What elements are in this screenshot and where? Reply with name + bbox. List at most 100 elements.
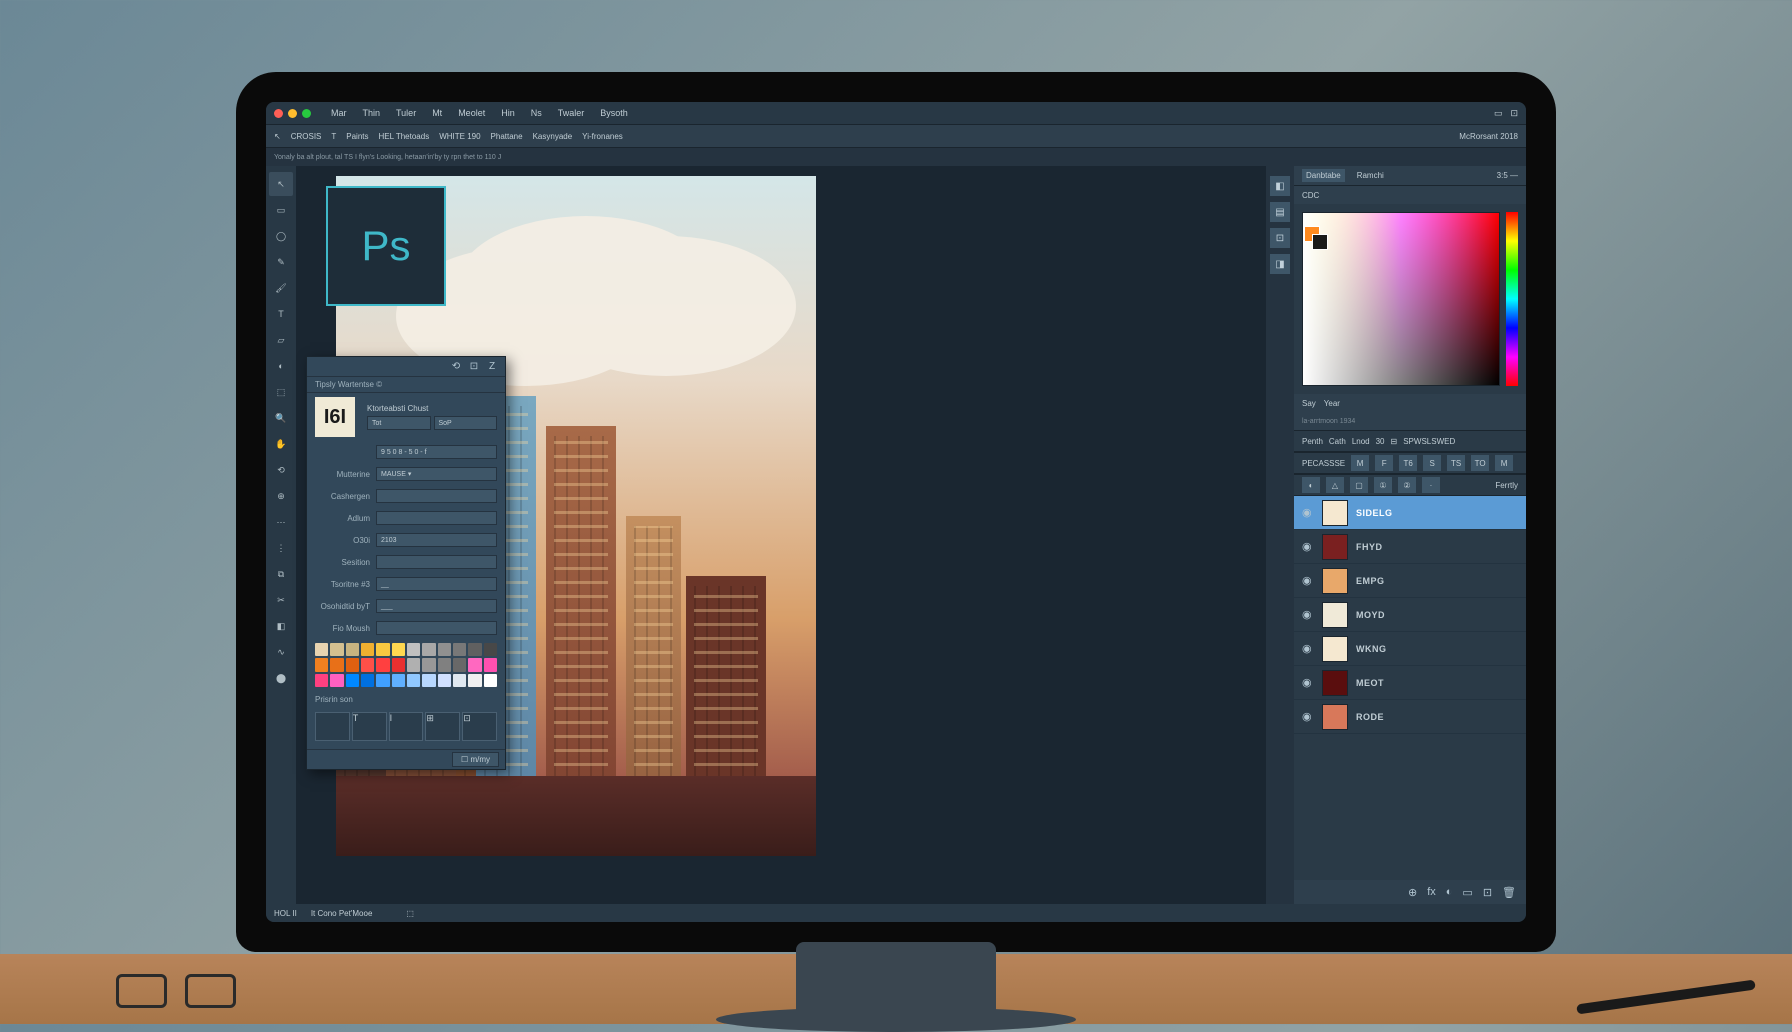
c2-t6[interactable]: T6 [1399,455,1417,471]
swatch-29[interactable] [392,674,405,687]
layer-visibility-icon[interactable]: ◉ [1302,608,1314,621]
preset-1[interactable] [315,712,350,741]
add-tool[interactable]: ⊕ [269,484,293,508]
swatch-15[interactable] [361,658,374,671]
opt-white[interactable]: WHITE 190 [439,132,480,141]
more-tool[interactable]: ⋯ [269,510,293,534]
minimize-icon[interactable] [288,109,297,118]
fp-field-2[interactable] [376,489,497,503]
ctrl-box[interactable]: ⊟ [1391,437,1398,446]
hand-tool[interactable]: ✋ [269,432,293,456]
shape-tool[interactable]: ▱ [269,328,293,352]
layer-visibility-icon[interactable]: ◉ [1302,710,1314,723]
crop-tool[interactable]: ⬚ [269,380,293,404]
layer-row-5[interactable]: ◉MEOT [1294,666,1526,700]
scissors-tool[interactable]: ✂ [269,588,293,612]
dodge-tool[interactable]: ◐ [269,354,293,378]
preset-5[interactable]: ⊡ [462,712,497,741]
ctrl-sp[interactable]: SPWSLSWED [1403,437,1455,446]
tab-year[interactable]: Year [1324,399,1340,408]
swatch-30[interactable] [407,674,420,687]
swatch-35[interactable] [484,674,497,687]
panel-grid-icon[interactable]: ⊡ [467,360,481,374]
c3-4[interactable]: ① [1374,477,1392,493]
swatch-8[interactable] [438,643,451,656]
swatch-18[interactable] [407,658,420,671]
swatch-26[interactable] [346,674,359,687]
swatch-6[interactable] [407,643,420,656]
c3-3[interactable]: ▢ [1350,477,1368,493]
gradient-tool[interactable]: ◧ [269,614,293,638]
move-tool[interactable]: ↖ [269,172,293,196]
swatch-34[interactable] [468,674,481,687]
swatch-28[interactable] [376,674,389,687]
layer-visibility-icon[interactable]: ◉ [1302,642,1314,655]
menu-mar[interactable]: Mar [325,106,353,120]
preset-2[interactable]: T [352,712,387,741]
opt-hel[interactable]: HEL Thetoads [379,132,430,141]
swatch-4[interactable] [376,643,389,656]
workspace-label[interactable]: McRorsant 2018 [1459,132,1518,141]
swatch-33[interactable] [453,674,466,687]
swatch-23[interactable] [484,658,497,671]
swatch-31[interactable] [422,674,435,687]
layer-row-4[interactable]: ◉WKNG [1294,632,1526,666]
options-tool[interactable]: ⋮ [269,536,293,560]
c2-to[interactable]: TO [1471,455,1489,471]
c2-s[interactable]: S [1423,455,1441,471]
layer-visibility-icon[interactable]: ◉ [1302,506,1314,519]
menu-hin[interactable]: Hin [495,106,521,120]
layer-row-6[interactable]: ◉RODE [1294,700,1526,734]
mask-icon[interactable]: ◐ [1446,886,1453,898]
c2-ts[interactable]: TS [1447,455,1465,471]
dock-icon-1[interactable]: ◧ [1270,176,1290,196]
panel-top-btn2[interactable]: SoP [434,416,498,430]
marquee-tool[interactable]: ▭ [269,198,293,222]
tab-danbtabe[interactable]: Danbtabe [1302,169,1345,182]
swatch-7[interactable] [422,643,435,656]
dock-icon-4[interactable]: ◨ [1270,254,1290,274]
menu-tuler[interactable]: Tuler [390,106,422,120]
type-tool[interactable]: T [269,302,293,326]
opt-kasy[interactable]: Kasynyade [533,132,573,141]
maximize-icon[interactable] [302,109,311,118]
swatch-9[interactable] [453,643,466,656]
fp-field-8[interactable] [376,621,497,635]
panel-undo-icon[interactable]: ⟲ [449,360,463,374]
swatch-10[interactable] [468,643,481,656]
swatch-3[interactable] [361,643,374,656]
swatch-22[interactable] [468,658,481,671]
swatch-21[interactable] [453,658,466,671]
menu-bysoth[interactable]: Bysoth [594,106,634,120]
swatch-32[interactable] [438,674,451,687]
status-right-icon[interactable]: ⬚ [406,909,414,918]
close-icon[interactable] [274,109,283,118]
swatch-17[interactable] [392,658,405,671]
ctrl-30[interactable]: 30 [1376,437,1385,446]
rotate-tool[interactable]: ⟲ [269,458,293,482]
menu-ns[interactable]: Ns [525,106,548,120]
floating-panel-header[interactable]: ⟲ ⊡ Z [307,357,505,377]
swatch-11[interactable] [484,643,497,656]
panel-apply-button[interactable]: ☐ m/my [452,752,499,767]
opt-arrow-icon[interactable]: ↖ [274,132,281,141]
c2-f[interactable]: F [1375,455,1393,471]
swatch-27[interactable] [361,674,374,687]
menu-mt[interactable]: Mt [426,106,448,120]
background-color[interactable] [1312,234,1328,250]
swatch-25[interactable] [330,674,343,687]
lasso-tool[interactable]: ◯ [269,224,293,248]
layer-row-1[interactable]: ◉FHYD [1294,530,1526,564]
swatch-12[interactable] [315,658,328,671]
pencil-tool[interactable]: ✎ [269,250,293,274]
layer-visibility-icon[interactable]: ◉ [1302,676,1314,689]
layer-visibility-icon[interactable]: ◉ [1302,574,1314,587]
opt-t[interactable]: T [331,132,336,141]
tab-say[interactable]: Say [1302,399,1316,408]
c3-5[interactable]: ② [1398,477,1416,493]
layer-row-2[interactable]: ◉EMPG [1294,564,1526,598]
opt-fronanes[interactable]: Yi-fronanes [582,132,623,141]
swatch-20[interactable] [438,658,451,671]
new-layer-icon[interactable]: ⊕ [1408,886,1417,899]
menu-system-icon-1[interactable]: ▭ [1494,108,1503,119]
